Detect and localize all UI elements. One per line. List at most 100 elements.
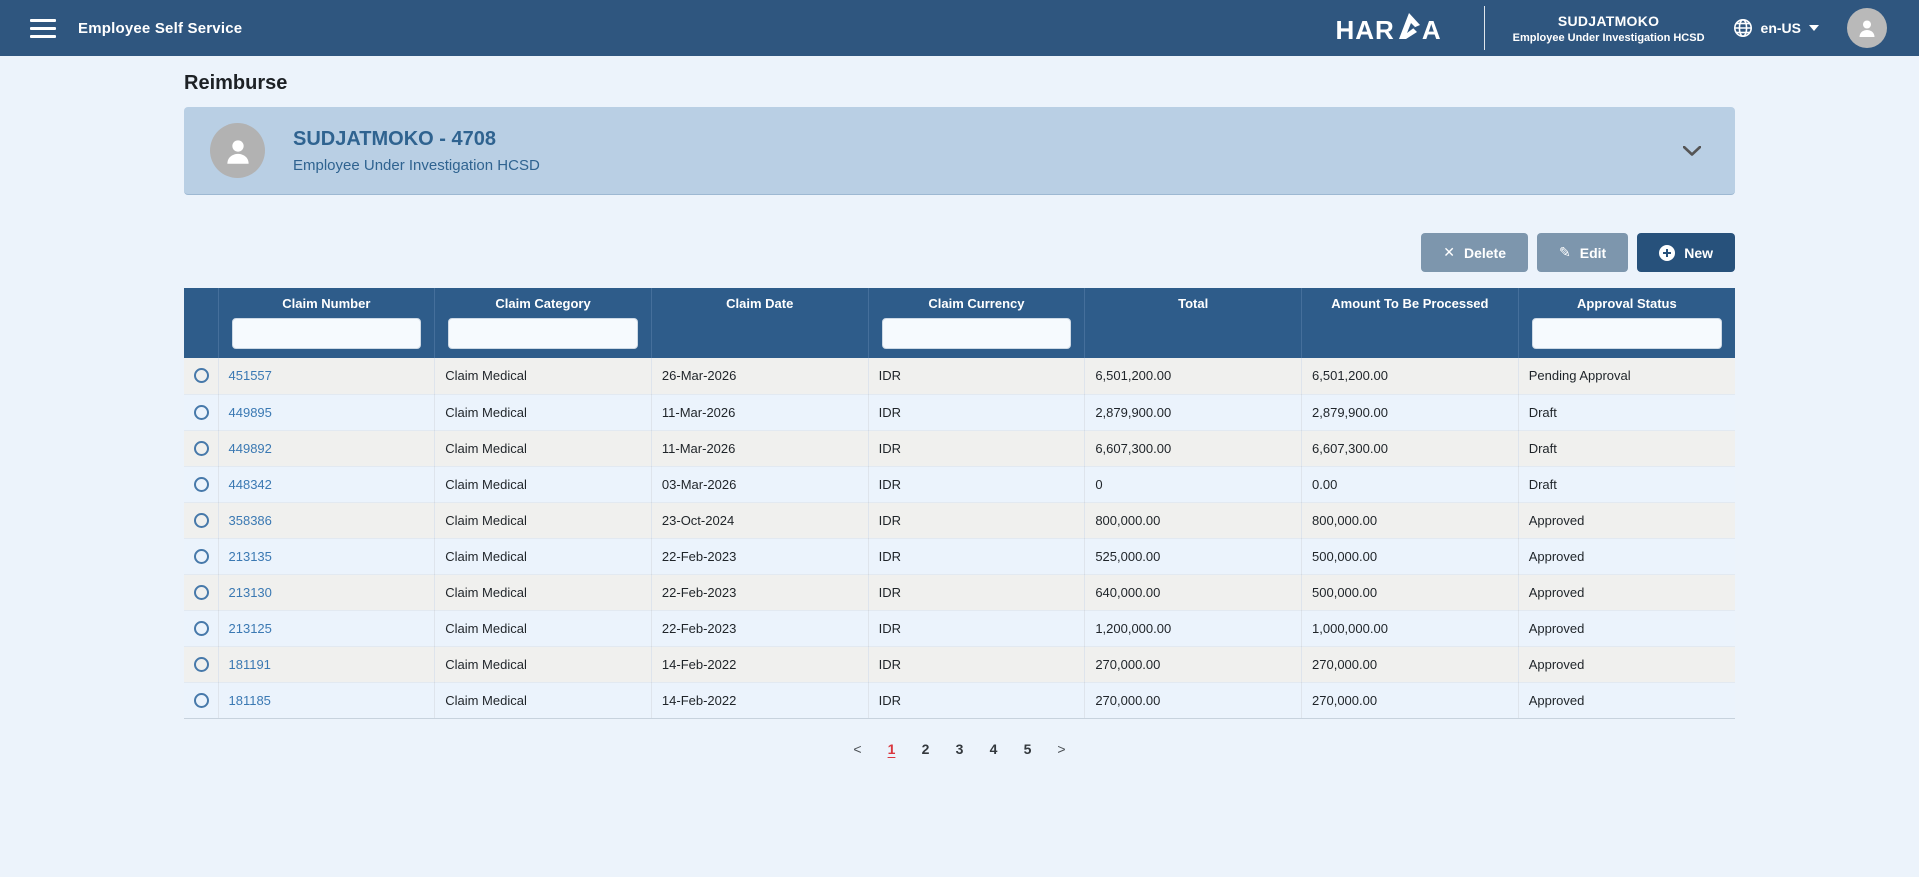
claim-number-link[interactable]: 358386 xyxy=(229,513,272,528)
filter-claim-number-input[interactable] xyxy=(232,318,422,349)
cell-claim-number: 181191 xyxy=(218,646,435,682)
table-row: 358386Claim Medical23-Oct-2024IDR800,000… xyxy=(184,502,1735,538)
cell-claim-category: Claim Medical xyxy=(435,574,652,610)
claim-number-link[interactable]: 449895 xyxy=(229,405,272,420)
claim-number-link[interactable]: 449892 xyxy=(229,441,272,456)
menu-icon[interactable] xyxy=(30,19,56,38)
cell-claim-category: Claim Medical xyxy=(435,682,652,718)
cell-total: 270,000.00 xyxy=(1085,646,1302,682)
row-select-radio[interactable] xyxy=(194,368,209,383)
cell-approval-status: Approved xyxy=(1518,574,1735,610)
cell-claim-date: 14-Feb-2022 xyxy=(651,646,868,682)
column-header-approval-status[interactable]: Approval Status xyxy=(1518,288,1735,358)
cell-claim-date: 22-Feb-2023 xyxy=(651,574,868,610)
pagination-page-2[interactable]: 2 xyxy=(921,741,931,757)
cell-claim-date: 11-Mar-2026 xyxy=(651,430,868,466)
cell-claim-number: 448342 xyxy=(218,466,435,502)
edit-button[interactable]: ✎ Edit xyxy=(1537,233,1628,272)
cell-approval-status: Draft xyxy=(1518,466,1735,502)
cell-claim-number: 213135 xyxy=(218,538,435,574)
row-select-radio[interactable] xyxy=(194,693,209,708)
table-row: 213130Claim Medical22-Feb-2023IDR640,000… xyxy=(184,574,1735,610)
pagination-page-5[interactable]: 5 xyxy=(1023,741,1033,757)
cell-claim-number: 213130 xyxy=(218,574,435,610)
row-select-radio[interactable] xyxy=(194,549,209,564)
cell-claim-currency: IDR xyxy=(868,646,1085,682)
claim-number-link[interactable]: 448342 xyxy=(229,477,272,492)
close-icon: ✕ xyxy=(1443,244,1455,261)
cell-total: 640,000.00 xyxy=(1085,574,1302,610)
table-row: 448342Claim Medical03-Mar-2026IDR00.00Dr… xyxy=(184,466,1735,502)
cell-total: 0 xyxy=(1085,466,1302,502)
cell-claim-number: 449892 xyxy=(218,430,435,466)
cell-claim-date: 26-Mar-2026 xyxy=(651,358,868,394)
table-row: 449895Claim Medical11-Mar-2026IDR2,879,9… xyxy=(184,394,1735,430)
app-title: Employee Self Service xyxy=(78,20,242,37)
cell-total: 6,501,200.00 xyxy=(1085,358,1302,394)
column-label: Amount To Be Processed xyxy=(1308,296,1512,311)
cell-approval-status: Approved xyxy=(1518,610,1735,646)
column-label: Claim Category xyxy=(441,296,645,311)
delete-button[interactable]: ✕ Delete xyxy=(1421,233,1528,272)
pagination-page-4[interactable]: 4 xyxy=(989,741,999,757)
column-header-amount-to-be-processed[interactable]: Amount To Be Processed xyxy=(1302,288,1519,358)
new-button[interactable]: New xyxy=(1637,233,1735,272)
locale-selector[interactable]: en-US xyxy=(1733,18,1819,38)
row-select-radio[interactable] xyxy=(194,441,209,456)
pencil-icon: ✎ xyxy=(1559,244,1571,261)
row-select-radio[interactable] xyxy=(194,657,209,672)
filter-claim-currency-input[interactable] xyxy=(882,318,1072,349)
employee-avatar xyxy=(210,123,265,178)
cell-claim-date: 22-Feb-2023 xyxy=(651,610,868,646)
new-button-label: New xyxy=(1684,245,1713,261)
filter-claim-category-input[interactable] xyxy=(448,318,638,349)
user-avatar[interactable] xyxy=(1847,8,1887,48)
claim-number-link[interactable]: 451557 xyxy=(229,368,272,383)
claim-number-link[interactable]: 181191 xyxy=(229,657,271,672)
column-header-claim-currency[interactable]: Claim Currency xyxy=(868,288,1085,358)
pagination-page-1[interactable]: 1 xyxy=(887,741,897,757)
row-select-radio[interactable] xyxy=(194,477,209,492)
employee-role: Employee Under Investigation HCSD xyxy=(293,157,540,174)
filter-approval-status-input[interactable] xyxy=(1532,318,1722,349)
cell-claim-date: 11-Mar-2026 xyxy=(651,394,868,430)
cell-claim-category: Claim Medical xyxy=(435,610,652,646)
pagination-prev[interactable]: < xyxy=(853,741,863,757)
column-header-claim-date[interactable]: Claim Date xyxy=(651,288,868,358)
logo-text-right: A xyxy=(1422,17,1442,43)
column-label: Claim Date xyxy=(658,296,862,311)
top-navbar: Employee Self Service HAR A SUDJATMOKO E… xyxy=(0,0,1919,56)
cell-claim-category: Claim Medical xyxy=(435,646,652,682)
row-select-radio[interactable] xyxy=(194,621,209,636)
claim-number-link[interactable]: 213125 xyxy=(229,621,272,636)
cell-approval-status: Approved xyxy=(1518,502,1735,538)
delete-button-label: Delete xyxy=(1464,245,1506,261)
row-select-radio[interactable] xyxy=(194,405,209,420)
pagination-next[interactable]: > xyxy=(1057,741,1067,757)
claim-number-link[interactable]: 181185 xyxy=(229,693,271,708)
column-label: Claim Currency xyxy=(875,296,1079,311)
column-header-total[interactable]: Total xyxy=(1085,288,1302,358)
claim-number-link[interactable]: 213130 xyxy=(229,585,272,600)
column-header-claim-category[interactable]: Claim Category xyxy=(435,288,652,358)
cell-claim-currency: IDR xyxy=(868,610,1085,646)
card-expand-chevron-icon[interactable] xyxy=(1683,146,1701,156)
cell-amount-to-be-processed: 500,000.00 xyxy=(1302,574,1519,610)
pagination-page-3[interactable]: 3 xyxy=(955,741,965,757)
claims-table: Claim Number Claim Category Claim Date Clai… xyxy=(184,288,1735,719)
harpa-logo: HAR A xyxy=(1335,13,1441,43)
cell-claim-number: 358386 xyxy=(218,502,435,538)
cell-total: 2,879,900.00 xyxy=(1085,394,1302,430)
employee-summary-card: SUDJATMOKO - 4708 Employee Under Investi… xyxy=(184,107,1735,195)
column-header-claim-number[interactable]: Claim Number xyxy=(218,288,435,358)
cell-claim-number: 449895 xyxy=(218,394,435,430)
cell-approval-status: Approved xyxy=(1518,682,1735,718)
claim-number-link[interactable]: 213135 xyxy=(229,549,272,564)
cell-approval-status: Draft xyxy=(1518,394,1735,430)
cell-claim-category: Claim Medical xyxy=(435,358,652,394)
cell-claim-currency: IDR xyxy=(868,394,1085,430)
cell-claim-number: 213125 xyxy=(218,610,435,646)
cell-claim-date: 14-Feb-2022 xyxy=(651,682,868,718)
row-select-radio[interactable] xyxy=(194,513,209,528)
row-select-radio[interactable] xyxy=(194,585,209,600)
